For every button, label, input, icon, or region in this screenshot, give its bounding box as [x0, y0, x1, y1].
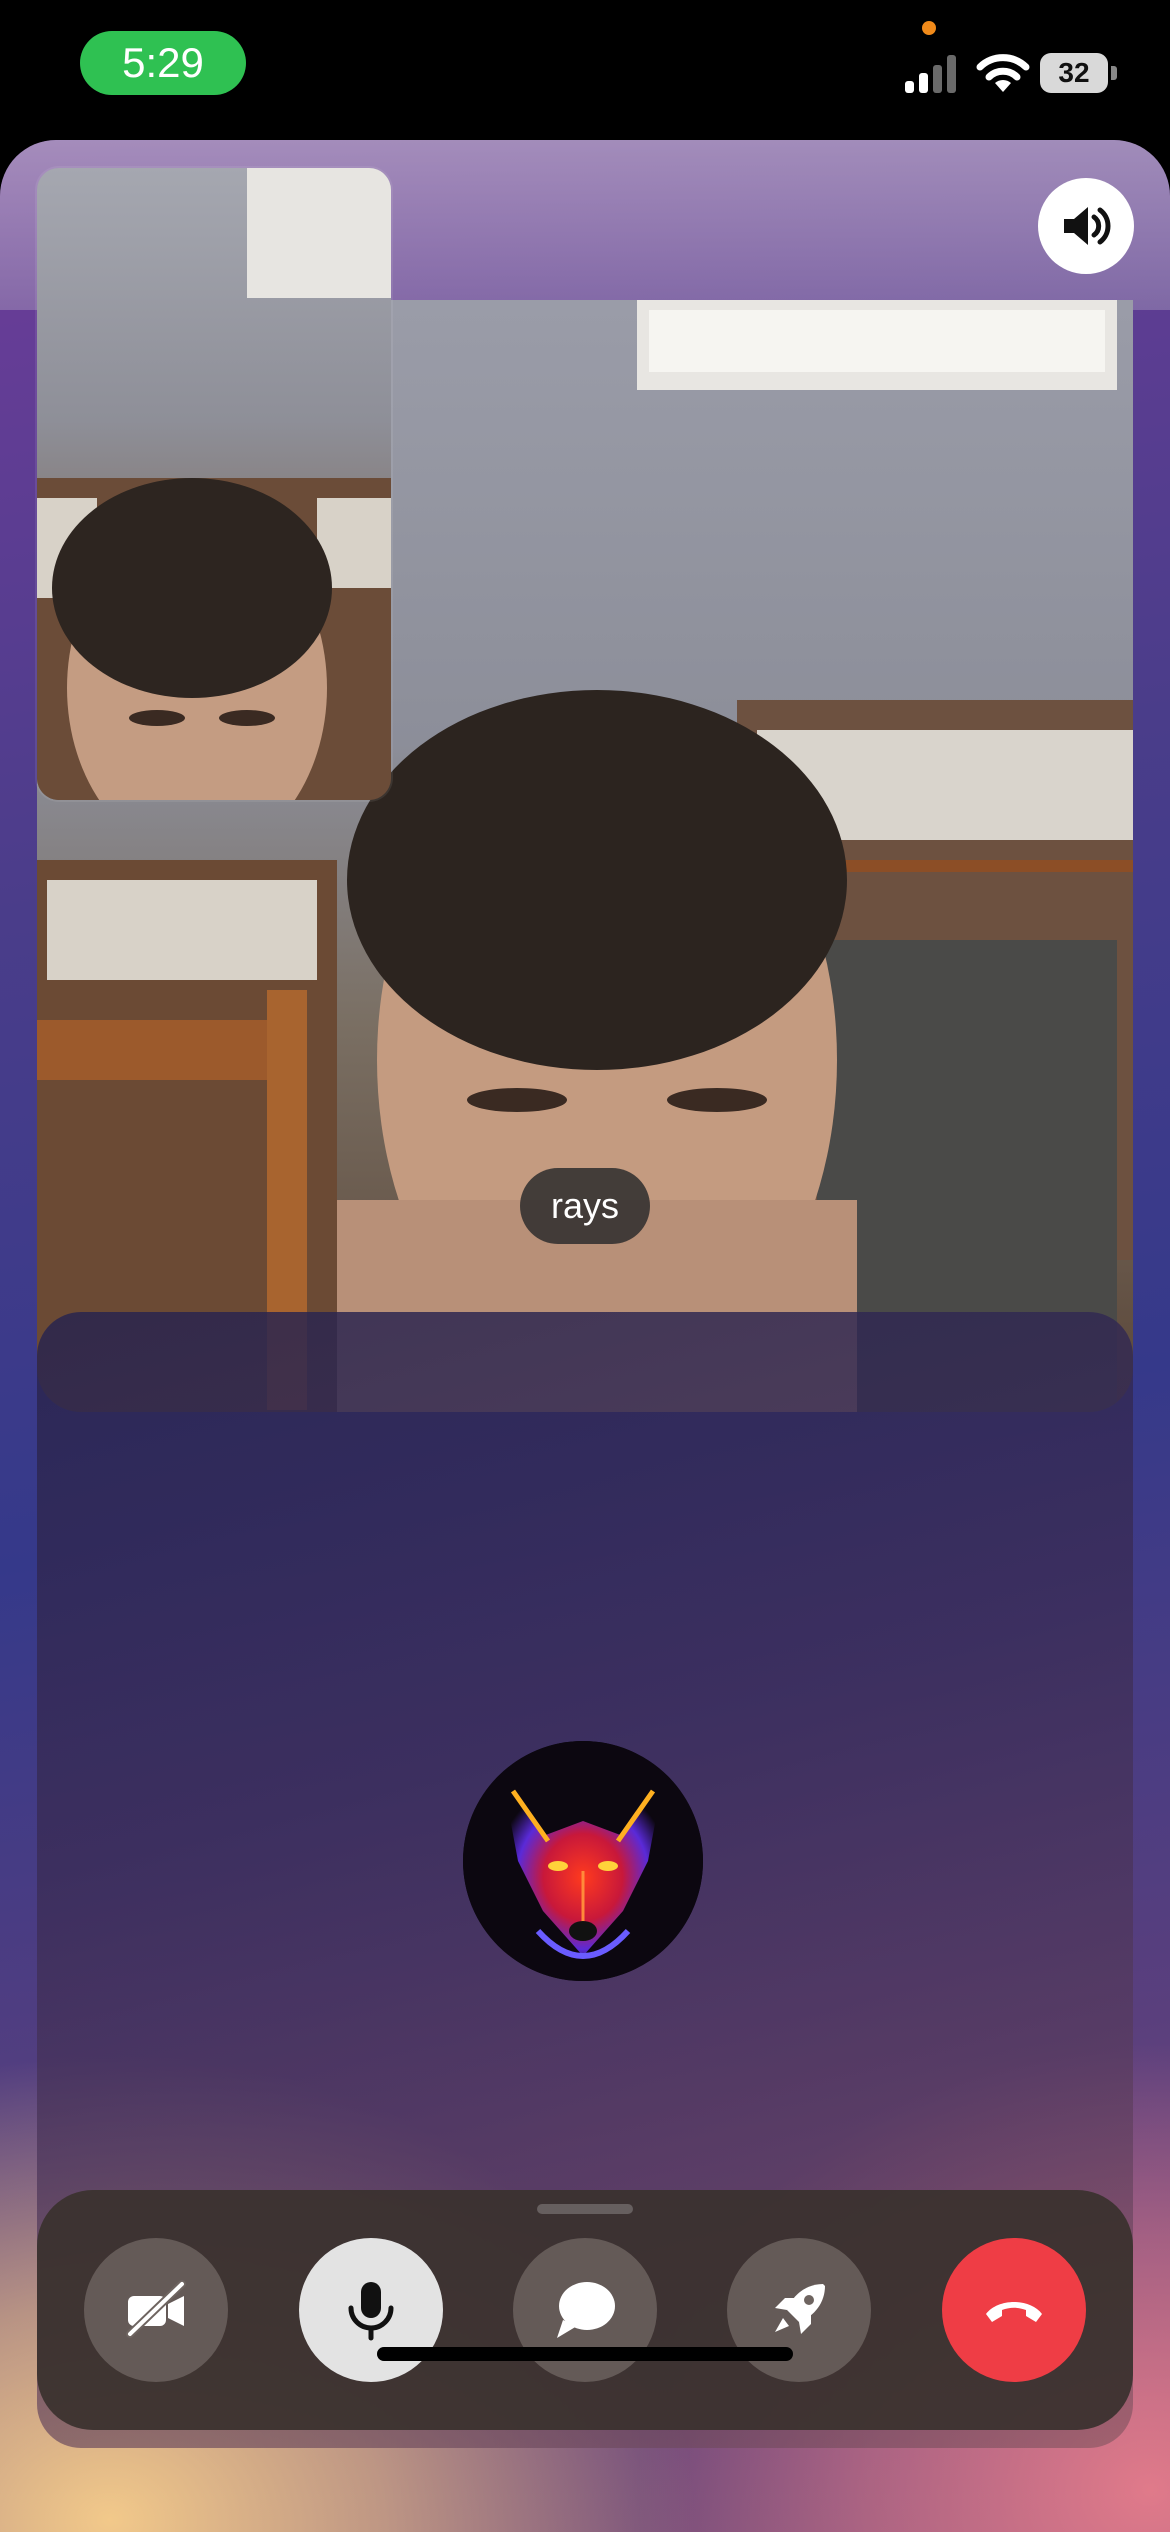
end-call-button[interactable]	[942, 2238, 1086, 2382]
status-bar: 5:29 32	[0, 0, 1170, 140]
battery-indicator: 32	[1040, 53, 1118, 93]
video-off-icon	[126, 2280, 186, 2338]
status-time[interactable]: 5:29	[80, 31, 246, 95]
home-indicator[interactable]	[377, 2347, 793, 2361]
microphone-icon	[348, 2282, 394, 2341]
self-view-pip[interactable]	[37, 168, 391, 800]
speaker-icon	[1064, 207, 1111, 245]
speaker-button[interactable]	[1038, 178, 1134, 274]
panel-grabber[interactable]	[537, 2204, 633, 2214]
wifi-icon	[975, 50, 1031, 94]
call-controls-panel	[37, 2190, 1133, 2430]
participant-name-tag: rays	[520, 1168, 650, 1244]
microphone-in-use-indicator	[922, 21, 936, 35]
rocket-icon	[775, 2284, 825, 2334]
video-call-screen: rays	[0, 140, 1170, 2532]
chat-bubble-icon	[557, 2282, 615, 2338]
battery-level: 32	[1040, 53, 1108, 93]
end-call-icon	[986, 2302, 1042, 2322]
camera-toggle-button[interactable]	[84, 2238, 228, 2382]
cellular-signal-icon	[905, 55, 959, 93]
user-avatar	[463, 1741, 703, 1981]
